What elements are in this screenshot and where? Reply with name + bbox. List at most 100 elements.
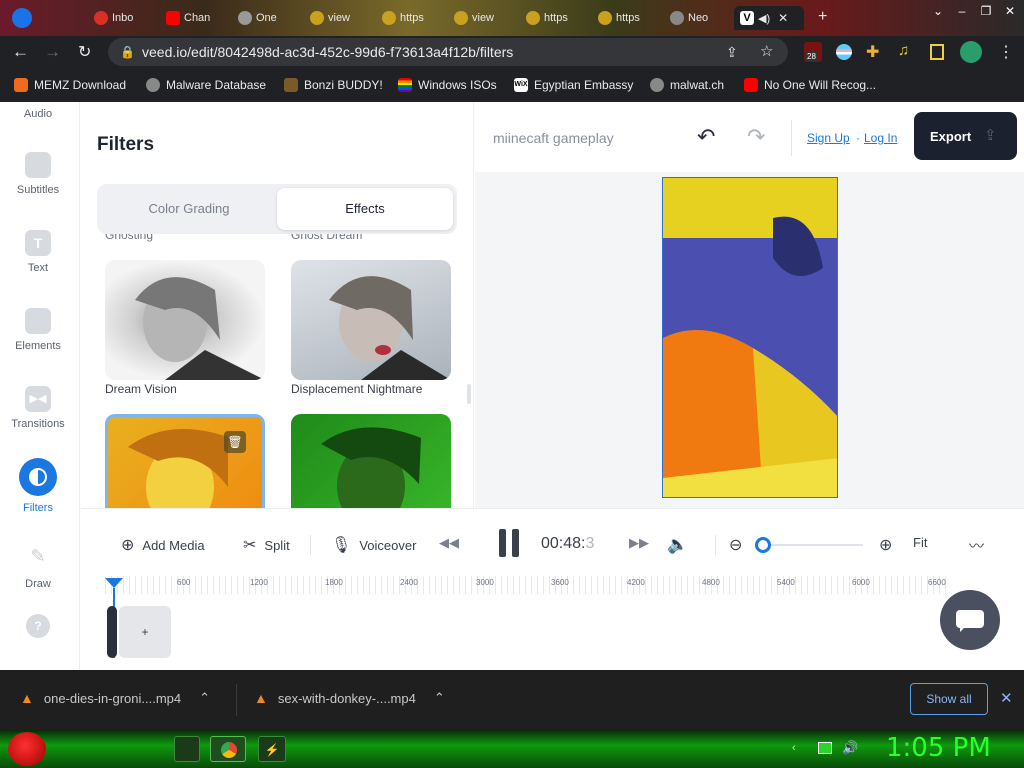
chrome-taskbar-icon[interactable] xyxy=(210,736,246,762)
window-close-icon[interactable]: ✕ xyxy=(1002,4,1018,18)
extensions-puzzle-icon[interactable]: ✚ xyxy=(866,42,879,62)
flash-app-icon[interactable]: ⚡ xyxy=(258,736,286,762)
audio-playing-icon[interactable]: ◀) xyxy=(758,12,770,25)
new-tab-icon[interactable]: + xyxy=(818,8,827,26)
tick-label: 5400 xyxy=(777,578,795,587)
ublock-extension-icon[interactable]: 28 xyxy=(804,42,822,62)
tab-view[interactable]: view xyxy=(304,6,376,30)
time-display: 00:48: 3 xyxy=(541,535,595,552)
file-explorer-icon[interactable] xyxy=(174,736,200,762)
share-icon[interactable]: ⇪ xyxy=(726,38,738,66)
network-icon[interactable] xyxy=(818,742,832,754)
tab-https-3[interactable]: https xyxy=(592,6,664,30)
bookmark-windows-isos[interactable]: Windows ISOs xyxy=(398,76,497,94)
bookmark-malware-db[interactable]: Malware Database xyxy=(146,76,266,94)
chat-support-button[interactable] xyxy=(940,590,1000,650)
nav-audio[interactable]: Audio xyxy=(0,108,76,120)
add-media-button[interactable]: ⊕ Add Media xyxy=(121,535,205,555)
globe-icon xyxy=(670,11,684,25)
fit-button[interactable]: Fit xyxy=(913,535,927,550)
tray-chevron-icon[interactable]: ‹ xyxy=(792,742,796,754)
speaker-icon[interactable]: 🔊 xyxy=(842,740,858,756)
restore-icon[interactable]: ❐ xyxy=(978,4,994,18)
reload-icon[interactable]: ↻ xyxy=(78,42,91,62)
nav-text[interactable]: T Text xyxy=(0,230,76,274)
firefox-like-icon[interactable] xyxy=(12,8,32,28)
tab-neo[interactable]: Neo xyxy=(664,6,736,30)
undo-icon[interactable]: ↶ xyxy=(697,124,715,150)
filter-label-dream-vision: Dream Vision xyxy=(105,382,177,396)
clip-trim-handle[interactable] xyxy=(107,606,117,658)
bookmark-memz[interactable]: MEMZ Download xyxy=(14,76,126,94)
tab-veed-active[interactable]: V ◀) ✕ xyxy=(734,6,804,30)
volume-icon[interactable]: 🔈 xyxy=(667,535,688,555)
fast-forward-icon[interactable]: ▶▶ xyxy=(629,535,649,551)
nav-elements[interactable]: Elements xyxy=(0,308,76,352)
nav-transitions[interactable]: ▶◀ Transitions xyxy=(0,386,76,430)
export-button[interactable]: Export ⇪ xyxy=(914,112,1017,160)
bookmark-malwatch[interactable]: malwat.ch xyxy=(650,76,724,94)
angry-bird-start-icon[interactable] xyxy=(8,732,46,766)
tab-close-icon[interactable]: ✕ xyxy=(778,11,788,25)
doc-icon xyxy=(310,11,324,25)
help-icon[interactable]: ? xyxy=(26,614,50,638)
pride-extension-icon[interactable] xyxy=(836,44,852,60)
chevron-up-icon[interactable]: ⌃ xyxy=(199,690,210,706)
back-icon[interactable]: ← xyxy=(12,42,29,62)
tick-label: 3600 xyxy=(551,578,569,587)
video-preview[interactable] xyxy=(662,177,838,498)
tab-view-2[interactable]: view xyxy=(448,6,520,30)
project-name[interactable]: miinecaft gameplay xyxy=(493,130,614,146)
download-item[interactable]: ▲ sex-with-donkey-....mp4 ⌃ xyxy=(254,690,445,706)
bookmark-no-one-will-recog[interactable]: No One Will Recog... xyxy=(744,76,876,94)
bookmark-egyptian-embassy[interactable]: WiX Egyptian Embassy xyxy=(514,76,633,94)
voiceover-button[interactable]: 🎙 Voiceover xyxy=(331,535,416,555)
side-panel-icon[interactable] xyxy=(930,44,944,60)
show-all-button[interactable]: Show all xyxy=(910,683,988,715)
waveform-icon[interactable]: 〰 xyxy=(969,535,984,556)
zoom-out-icon[interactable]: ⊖ xyxy=(729,535,742,555)
playhead[interactable] xyxy=(105,578,123,588)
panel-scrollbar[interactable] xyxy=(467,384,471,404)
bookmark-bonzi[interactable]: Bonzi BUDDY! xyxy=(284,76,383,94)
media-control-icon[interactable]: ♫ xyxy=(898,42,909,59)
nav-draw[interactable]: ✎ Draw xyxy=(0,546,76,590)
nav-filters[interactable]: Filters xyxy=(0,458,76,514)
delete-filter-icon[interactable]: 🗑 xyxy=(224,431,246,453)
minimize-icon[interactable]: – xyxy=(954,4,970,18)
timeline: 600 1200 1800 2400 3000 3600 4200 4800 5… xyxy=(81,572,1024,670)
tab-effects[interactable]: Effects xyxy=(277,188,453,230)
sign-up-link[interactable]: Sign Up xyxy=(807,131,850,145)
profile-avatar[interactable] xyxy=(960,41,982,63)
split-button[interactable]: ✂ Split xyxy=(243,535,290,555)
add-clip-button[interactable]: + xyxy=(119,606,171,658)
nav-subtitles[interactable]: Subtitles xyxy=(0,152,76,196)
timeline-ruler[interactable] xyxy=(105,576,951,594)
forward-icon[interactable]: → xyxy=(44,42,61,62)
filter-card-selected[interactable]: 🗑 xyxy=(105,414,265,508)
filter-card-displacement-nightmare[interactable] xyxy=(291,260,451,380)
taskbar-clock[interactable]: 1:05 PM xyxy=(886,733,991,763)
close-downloads-icon[interactable]: ✕ xyxy=(1000,689,1013,707)
tab-https-1[interactable]: https xyxy=(376,6,448,30)
tab-one[interactable]: One xyxy=(232,6,304,30)
tab-color-grading[interactable]: Color Grading xyxy=(101,188,277,230)
tab-https-2[interactable]: https xyxy=(520,6,592,30)
filter-card-dream-vision[interactable] xyxy=(105,260,265,380)
zoom-slider[interactable] xyxy=(755,544,863,546)
filter-card-green[interactable] xyxy=(291,414,451,508)
tab-channel[interactable]: Chan xyxy=(160,6,232,30)
browser-menu-icon[interactable]: ⋮ xyxy=(998,42,1014,62)
tab-search-icon[interactable]: ⌄ xyxy=(930,4,946,18)
chevron-up-icon[interactable]: ⌃ xyxy=(434,690,445,706)
download-item[interactable]: ▲ one-dies-in-groni....mp4 ⌃ xyxy=(20,690,210,706)
zoom-in-icon[interactable]: ⊕ xyxy=(879,535,892,555)
tab-inbox[interactable]: Inbo xyxy=(88,6,160,30)
log-in-link[interactable]: Log In xyxy=(864,131,897,145)
rewind-icon[interactable]: ◀◀ xyxy=(439,535,459,551)
redo-icon[interactable]: ↷ xyxy=(747,124,765,150)
pause-button[interactable] xyxy=(499,529,521,557)
zoom-slider-handle[interactable] xyxy=(755,537,771,553)
bookmark-star-icon[interactable]: ☆ xyxy=(760,38,773,66)
address-bar[interactable]: 🔒 veed.io/edit/8042498d-ac3d-452c-99d6-f… xyxy=(108,38,788,66)
